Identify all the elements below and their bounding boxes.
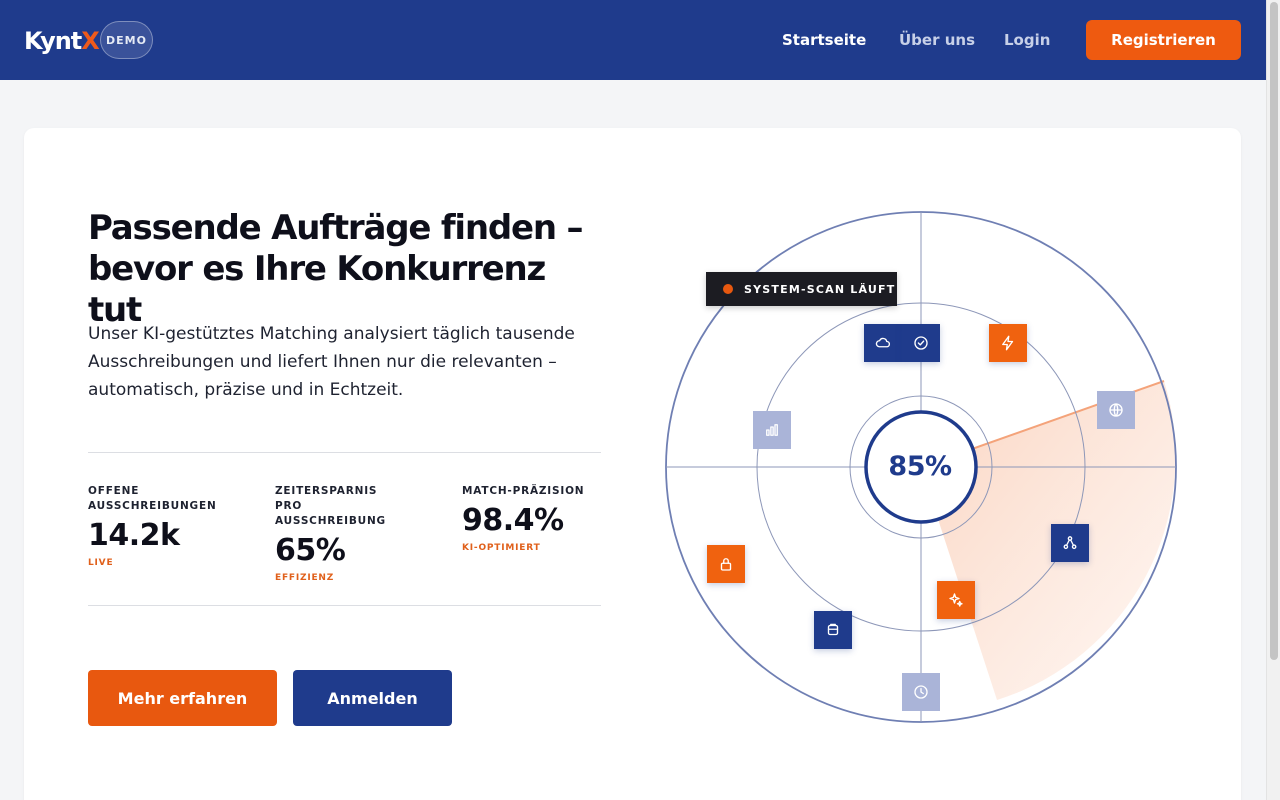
top-navbar: KyntX DEMO Startseite Über uns Login Reg… xyxy=(0,0,1266,80)
stat-label: MATCH-PRÄZISION xyxy=(462,485,585,497)
logo[interactable]: KyntX xyxy=(24,26,100,56)
stat-value: 14.2k xyxy=(88,518,180,553)
scrollbar-thumb[interactable] xyxy=(1270,2,1278,660)
stat-sub: EFFIZIENZ xyxy=(275,573,335,583)
stat-open-tenders: OFFENE AUSSCHREIBUNGEN 14.2k LIVE xyxy=(88,484,258,570)
divider xyxy=(88,605,601,606)
nav-link-home[interactable]: Startseite xyxy=(782,30,866,50)
stat-label: ZEITERSPARNIS PRO AUSSCHREIBUNG xyxy=(275,485,386,527)
stat-time-savings: ZEITERSPARNIS PRO AUSSCHREIBUNG 65% EFFI… xyxy=(275,484,445,585)
lock-icon[interactable] xyxy=(707,545,745,583)
stat-sub: KI-OPTIMIERT xyxy=(462,543,541,553)
clock-icon[interactable] xyxy=(902,673,940,711)
sparkle-icon[interactable] xyxy=(937,581,975,619)
check-circle-icon[interactable] xyxy=(902,324,940,362)
scrollbar[interactable] xyxy=(1266,0,1280,800)
status-dot-icon xyxy=(723,284,733,294)
nav-link-about[interactable]: Über uns xyxy=(899,30,975,50)
system-scan-badge: SYSTEM-SCAN LÄUFT xyxy=(706,272,897,306)
database-icon[interactable] xyxy=(814,611,852,649)
headline-line-2: bevor es Ihre Konkurrenz tut xyxy=(88,249,546,330)
register-button[interactable]: Registrieren xyxy=(1086,20,1241,60)
bolt-icon[interactable] xyxy=(989,324,1027,362)
bar-chart-icon[interactable] xyxy=(753,411,791,449)
match-percentage: 85% xyxy=(888,450,952,482)
stat-label: OFFENE AUSSCHREIBUNGEN xyxy=(88,485,217,512)
hero-lead-text: Unser KI-gestütztes Matching analysiert … xyxy=(88,324,575,400)
network-icon[interactable] xyxy=(1051,524,1089,562)
sign-in-button[interactable]: Anmelden xyxy=(293,670,452,726)
stat-match-precision: MATCH-PRÄZISION 98.4% KI-OPTIMIERT xyxy=(462,484,632,555)
stat-value: 98.4% xyxy=(462,503,564,538)
headline-line-1: Passende Aufträge finden – xyxy=(88,208,584,248)
stat-sub: LIVE xyxy=(88,558,114,568)
globe-icon[interactable] xyxy=(1097,391,1135,429)
cloud-icon[interactable] xyxy=(864,324,902,362)
stat-value: 65% xyxy=(275,533,346,568)
hero-headline: Passende Aufträge finden – bevor es Ihre… xyxy=(88,208,608,331)
nav-link-login[interactable]: Login xyxy=(1004,30,1050,50)
learn-more-button[interactable]: Mehr erfahren xyxy=(88,670,277,726)
scan-status-label: SYSTEM-SCAN LÄUFT xyxy=(744,282,896,296)
divider xyxy=(88,452,601,453)
demo-badge: DEMO xyxy=(100,21,153,59)
